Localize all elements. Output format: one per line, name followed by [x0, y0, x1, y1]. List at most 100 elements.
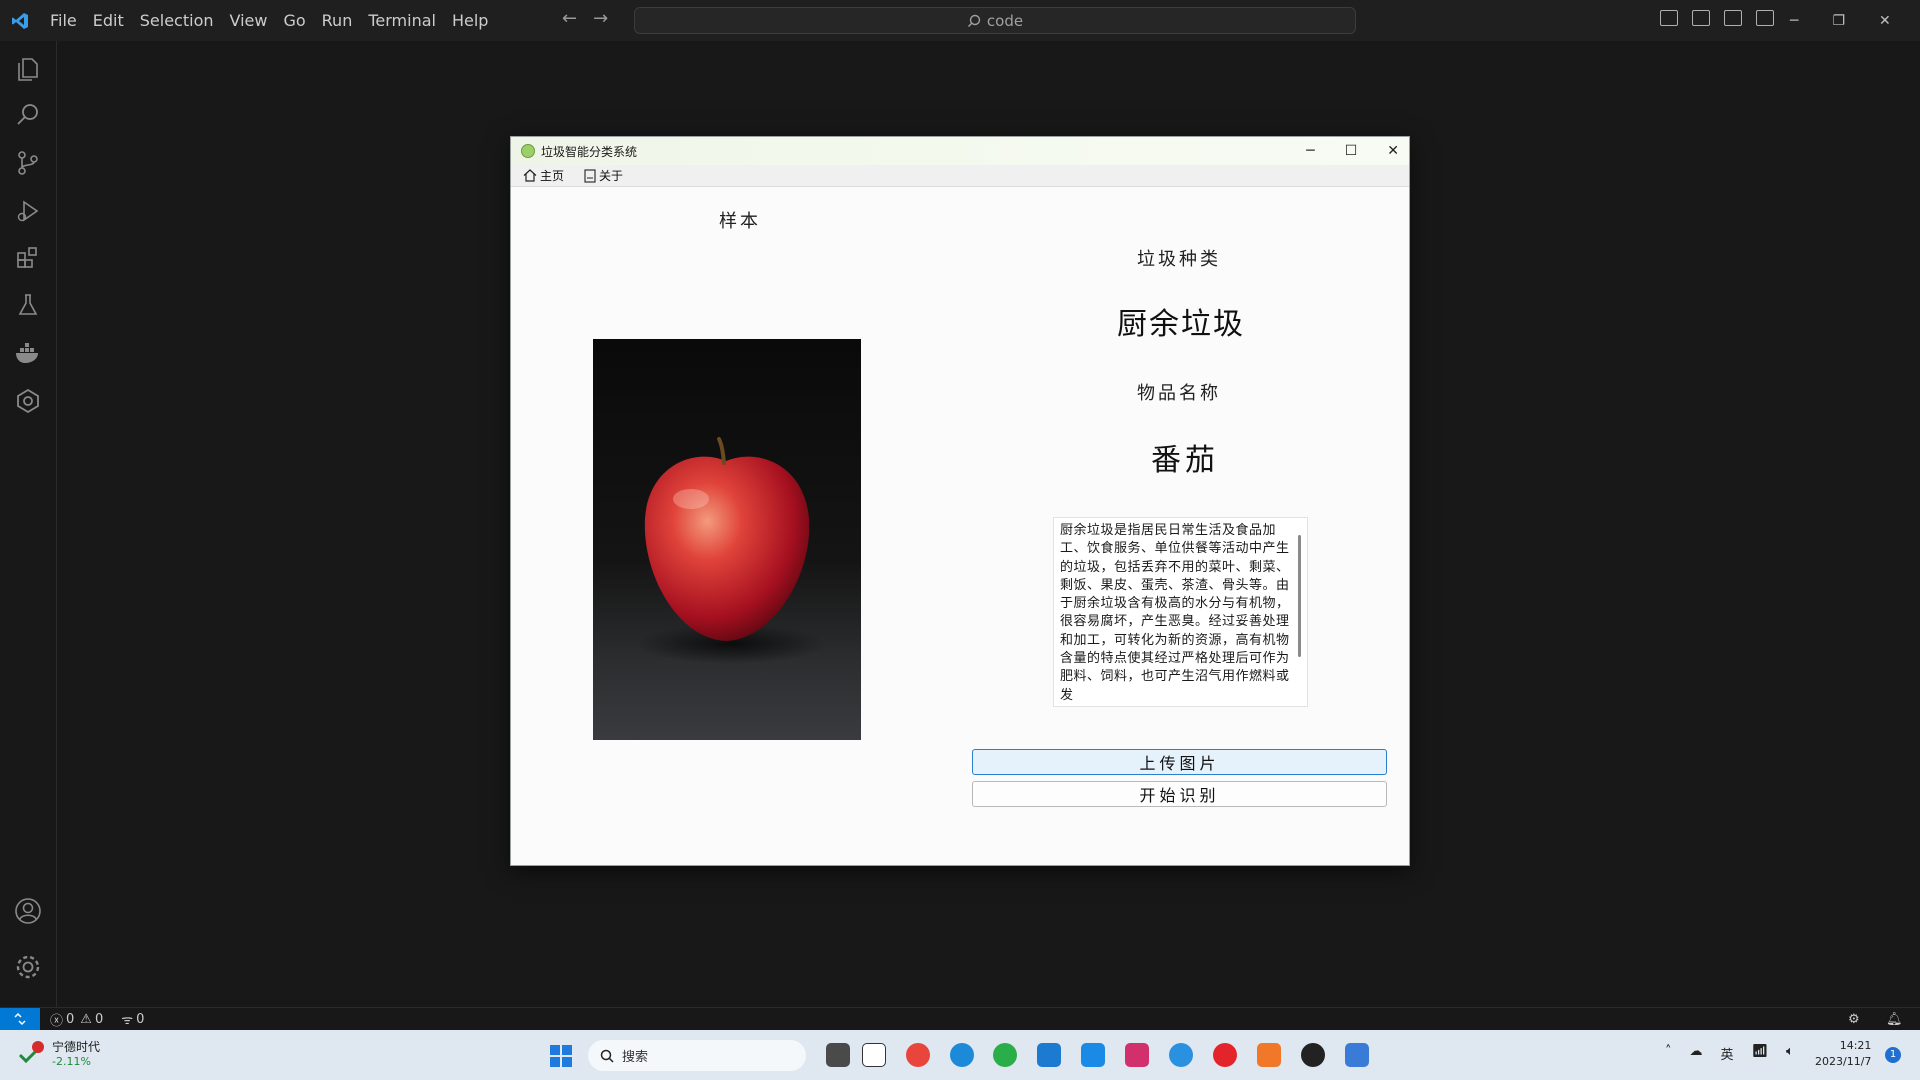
customize-layout-icon[interactable]	[1756, 10, 1774, 26]
chrome-app-icon[interactable]	[906, 1043, 930, 1067]
stock-trend-icon	[18, 1041, 44, 1064]
back-arrow-icon[interactable]: ←	[562, 8, 577, 29]
toggle-secondary-sidebar-icon[interactable]	[1724, 10, 1742, 26]
ime-indicator[interactable]: 英	[1721, 1044, 1734, 1063]
file-explorer-app-icon[interactable]	[826, 1043, 850, 1067]
search-placeholder: 搜索	[622, 1050, 649, 1065]
explorer-icon[interactable]	[12, 53, 44, 85]
app-dark-icon[interactable]	[1301, 1043, 1325, 1067]
minimize-icon[interactable]: ─	[1790, 13, 1798, 29]
search-icon[interactable]	[12, 99, 44, 131]
wifi-icon[interactable]: 📶︎	[1752, 1044, 1769, 1063]
status-bar: ⓧ 0 ⚠ 0 ᯤ 0 ⚙ 🔔︎	[0, 1007, 1920, 1030]
command-center[interactable]: code	[634, 7, 1356, 34]
run-debug-icon[interactable]	[12, 195, 44, 227]
upload-image-button[interactable]: 上传图片	[972, 749, 1387, 775]
windows-start-icon[interactable]	[550, 1045, 572, 1067]
chevron-up-icon[interactable]: ˄	[1665, 1044, 1672, 1063]
item-name-label: 物品名称	[1137, 383, 1221, 404]
menu-help[interactable]: Help	[444, 0, 496, 41]
sample-label: 样本	[719, 211, 761, 232]
clock-date: 2023/11/7	[1815, 1055, 1872, 1068]
menu-edit[interactable]: Edit	[85, 0, 132, 41]
netease-music-app-icon[interactable]	[1213, 1043, 1237, 1067]
tab-about[interactable]: 关于	[584, 167, 623, 184]
activity-bar	[0, 41, 57, 1007]
description-textbox[interactable]: 厨余垃圾是指居民日常生活及食品加工、饮食服务、单位供餐等活动中产生的垃圾，包括丢…	[1053, 517, 1308, 707]
bell-icon[interactable]: 🔔︎	[1886, 1012, 1903, 1027]
ports-icon[interactable]: ᯤ	[121, 1010, 133, 1028]
vscode-app-icon[interactable]	[1037, 1043, 1061, 1067]
windows-taskbar: 宁德时代 -2.11% 搜索 ˄ ☁ 英 📶︎ 🔈︎ 14:21 2023/11…	[0, 1030, 1920, 1080]
nav-arrows: ← →	[562, 8, 608, 29]
docker-icon[interactable]	[12, 337, 44, 369]
menu-terminal[interactable]: Terminal	[360, 0, 444, 41]
menu-run[interactable]: Run	[314, 0, 361, 41]
command-center-text: code	[986, 11, 1024, 30]
settings-gear-icon[interactable]	[12, 951, 44, 983]
search-icon	[600, 1049, 614, 1063]
ports-count: 0	[136, 1011, 145, 1027]
clock-time: 14:21	[1839, 1039, 1872, 1052]
menu-selection[interactable]: Selection	[132, 0, 222, 41]
notification-badge[interactable]: 1	[1885, 1047, 1901, 1063]
feishu-app-icon[interactable]	[1081, 1043, 1105, 1067]
item-name-value: 番茄	[1151, 443, 1219, 478]
vscode-logo-icon	[0, 0, 40, 41]
copilot-icon[interactable]: ⚙	[1848, 1012, 1860, 1027]
tab-home-label: 主页	[540, 169, 565, 183]
menu-go[interactable]: Go	[275, 0, 313, 41]
menu-bar: File Edit Selection View Go Run Terminal…	[42, 0, 496, 41]
tab-about-label: 关于	[599, 169, 624, 183]
remote-indicator-icon[interactable]	[0, 1008, 40, 1030]
app-window-controls: ─ ☐ ✕	[1306, 137, 1399, 165]
volume-icon[interactable]: 🔈︎	[1786, 1044, 1794, 1063]
close-icon[interactable]: ✕	[1879, 13, 1891, 29]
errors-count: 0	[66, 1011, 75, 1027]
stock-widget[interactable]: 宁德时代 -2.11%	[18, 1038, 100, 1068]
category-value: 厨余垃圾	[1117, 307, 1245, 342]
start-recognition-button[interactable]: 开始识别	[972, 781, 1387, 807]
onedrive-icon[interactable]: ☁	[1690, 1044, 1703, 1063]
python-app-icon[interactable]	[1345, 1043, 1369, 1067]
edge-app-icon[interactable]	[950, 1043, 974, 1067]
home-icon	[523, 169, 537, 182]
tab-home[interactable]: 主页	[523, 167, 564, 184]
stock-name: 宁德时代	[52, 1040, 101, 1054]
vscode-titlebar: File Edit Selection View Go Run Terminal…	[0, 0, 1920, 41]
toggle-sidebar-icon[interactable]	[1660, 10, 1678, 26]
toggle-panel-icon[interactable]	[1692, 10, 1710, 26]
app-logo-icon	[521, 144, 535, 158]
warnings-icon[interactable]: ⚠	[80, 1012, 92, 1027]
app-maximize-icon[interactable]: ☐	[1345, 143, 1358, 159]
remote-explorer-icon[interactable]	[12, 385, 44, 417]
taskbar-search[interactable]: 搜索	[588, 1040, 806, 1071]
warnings-count: 0	[94, 1011, 104, 1027]
clock[interactable]: 14:21 2023/11/7	[1815, 1038, 1871, 1070]
menu-file[interactable]: File	[42, 0, 85, 41]
forward-arrow-icon[interactable]: →	[593, 8, 608, 29]
app-minimize-icon[interactable]: ─	[1306, 143, 1314, 159]
system-tray: ˄ ☁ 英 📶︎ 🔈︎	[1665, 1044, 1794, 1063]
notion-app-icon[interactable]	[862, 1043, 886, 1067]
accounts-icon[interactable]	[12, 895, 44, 927]
app-close-icon[interactable]: ✕	[1387, 143, 1399, 159]
app-window: 垃圾智能分类系统 ─ ☐ ✕ 主页 关于 样本 垃圾种类 厨余垃圾 物品名称 番…	[510, 136, 1410, 866]
app-orange-icon[interactable]	[1257, 1043, 1281, 1067]
source-control-icon[interactable]	[12, 147, 44, 179]
extensions-icon[interactable]	[12, 241, 44, 273]
menu-view[interactable]: View	[222, 0, 276, 41]
app-tabs: 主页 关于	[511, 165, 1409, 187]
restore-icon[interactable]: ❐	[1832, 13, 1845, 29]
document-icon	[584, 168, 596, 183]
description-scrollbar[interactable]	[1298, 535, 1301, 657]
wechat-app-icon[interactable]	[993, 1043, 1017, 1067]
jetbrains-app-icon[interactable]	[1125, 1043, 1149, 1067]
home-page: 样本 垃圾种类 厨余垃圾 物品名称 番茄 厨余垃圾是指居民日常生活及食品加工、饮…	[511, 187, 1409, 865]
app-titlebar: 垃圾智能分类系统 ─ ☐ ✕	[511, 137, 1409, 165]
vscode-window-controls: ─ ❐ ✕	[1790, 0, 1891, 41]
testing-icon[interactable]	[12, 289, 44, 321]
chat-app-icon[interactable]	[1169, 1043, 1193, 1067]
errors-icon[interactable]: ⓧ	[50, 1010, 63, 1029]
stock-change: -2.11%	[52, 1055, 91, 1068]
